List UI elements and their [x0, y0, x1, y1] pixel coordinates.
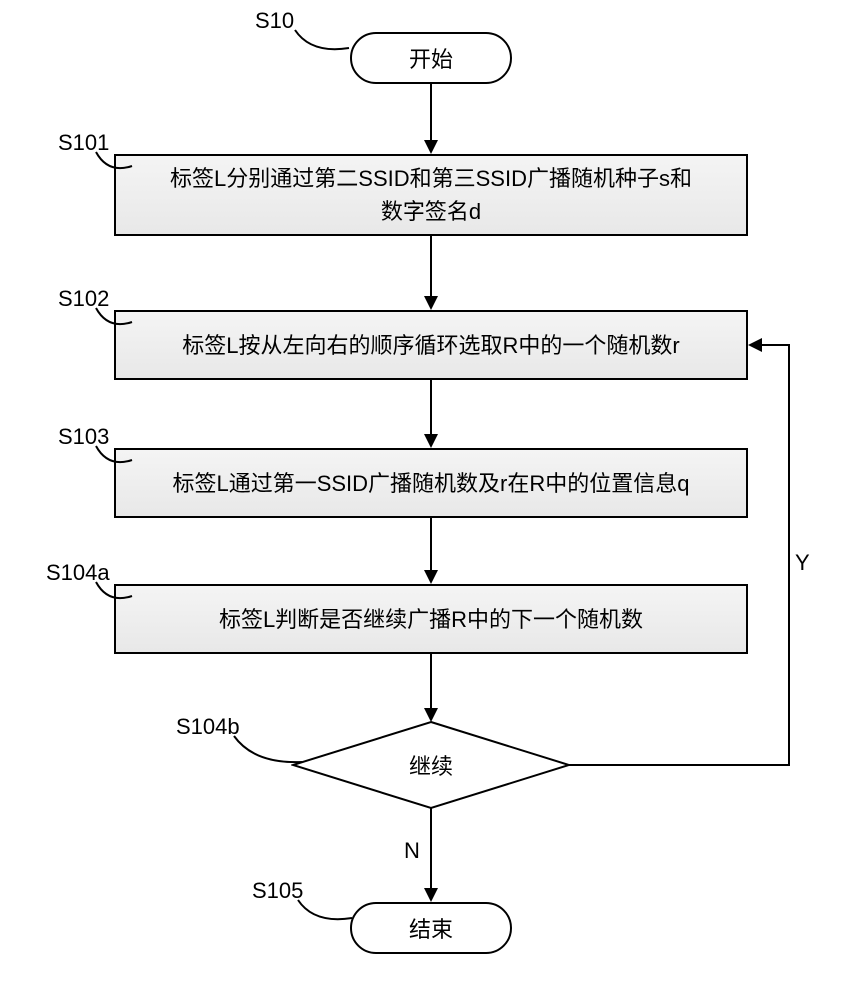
label-y: Y	[795, 550, 810, 576]
process-s103: 标签L通过第一SSID广播随机数及r在R中的位置信息q	[114, 448, 748, 518]
arrow-s101-s102	[430, 236, 432, 296]
process-s104a-text: 标签L判断是否继续广播R中的下一个随机数	[219, 603, 643, 636]
arrowhead-s102	[424, 296, 438, 310]
y-branch-h2	[762, 344, 790, 346]
arrow-s103-s104a	[430, 518, 432, 570]
label-s10: S10	[255, 8, 294, 34]
end-label: 结束	[409, 912, 453, 944]
arrowhead-s101	[424, 140, 438, 154]
arrowhead-decision	[424, 708, 438, 722]
arrowhead-end	[424, 888, 438, 902]
process-s101-text: 标签L分别通过第二SSID和第三SSID广播随机种子s和 数字签名d	[170, 162, 692, 228]
arrow-start-s101	[430, 84, 432, 140]
callout-s102	[94, 306, 134, 336]
process-s102-text: 标签L按从左向右的顺序循环选取R中的一个随机数r	[182, 329, 679, 362]
flowchart-canvas: 开始 标签L分别通过第二SSID和第三SSID广播随机种子s和 数字签名d 标签…	[0, 0, 844, 1000]
process-s104a: 标签L判断是否继续广播R中的下一个随机数	[114, 584, 748, 654]
arrowhead-s103	[424, 434, 438, 448]
callout-s10	[293, 28, 353, 58]
callout-s101	[94, 150, 134, 180]
callout-s103	[94, 444, 134, 474]
start-terminator: 开始	[350, 32, 512, 84]
y-branch-h1	[569, 764, 790, 766]
y-branch-arrowhead	[748, 338, 762, 352]
start-label: 开始	[409, 42, 453, 74]
arrow-s102-s103	[430, 380, 432, 434]
arrowhead-s104a	[424, 570, 438, 584]
arrow-decision-end	[430, 808, 432, 888]
callout-s105	[296, 898, 356, 928]
process-s103-text: 标签L通过第一SSID广播随机数及r在R中的位置信息q	[172, 467, 689, 500]
label-s104b: S104b	[176, 714, 240, 740]
decision-s104b-text: 继续	[291, 720, 571, 810]
process-s102: 标签L按从左向右的顺序循环选取R中的一个随机数r	[114, 310, 748, 380]
process-s101: 标签L分别通过第二SSID和第三SSID广播随机种子s和 数字签名d	[114, 154, 748, 236]
arrow-s104a-decision	[430, 654, 432, 708]
y-branch-v	[788, 345, 790, 766]
callout-s104b	[232, 734, 304, 770]
callout-s104a	[94, 580, 134, 610]
decision-s104b: 继续	[291, 720, 571, 810]
label-n: N	[404, 838, 420, 864]
end-terminator: 结束	[350, 902, 512, 954]
